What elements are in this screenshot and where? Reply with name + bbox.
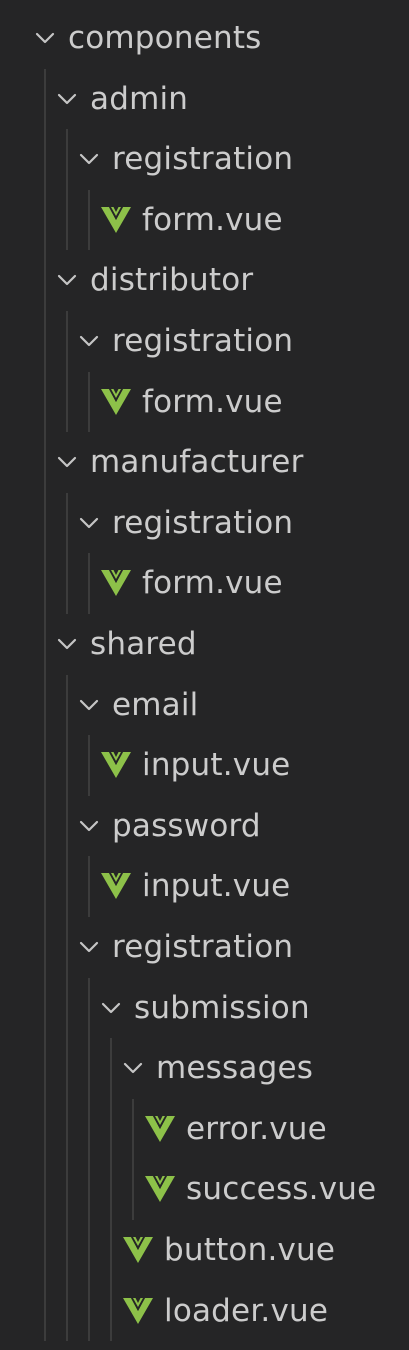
tree-folder-item[interactable]: manufacturer [0,432,409,492]
folder-name: messages [156,1050,314,1087]
tree-folder-item[interactable]: messages [0,1038,409,1098]
folder-name: distributor [90,262,254,299]
folder-name: password [112,807,261,844]
vue-file-icon [99,205,133,235]
tree-folder-item[interactable]: components [0,8,409,68]
chevron-down-icon [56,633,78,655]
tree-file-item[interactable]: button.vue [0,1220,409,1280]
folder-name: manufacturer [90,444,304,481]
file-name: form.vue [142,201,283,238]
tree-folder-item[interactable]: shared [0,614,409,674]
vue-file-icon [99,387,133,417]
folder-name: components [68,20,262,56]
folder-name: registration [112,141,294,178]
file-name: error.vue [186,1110,327,1147]
tree-folder-item[interactable]: registration [0,493,409,553]
file-name: success.vue [186,1171,377,1208]
file-name: form.vue [142,383,283,420]
chevron-down-icon [78,512,100,534]
vue-file-icon [121,1235,155,1265]
explorer-tree: components admin registration form.vue distr… [0,0,409,1350]
tree-file-item[interactable]: form.vue [0,372,409,432]
tree-folder-item[interactable]: registration [0,917,409,977]
tree-folder-item[interactable]: password [0,796,409,856]
tree-file-item[interactable]: form.vue [0,553,409,613]
folder-name: registration [112,323,294,359]
tree-folder-item[interactable]: submission [0,978,409,1038]
tree-file-item[interactable]: error.vue [0,1099,409,1159]
chevron-down-icon [78,815,100,837]
chevron-down-icon [78,694,100,716]
folder-name: submission [134,989,310,1026]
tree-file-item[interactable]: input.vue [0,856,409,916]
folder-name: registration [112,929,294,965]
file-name: input.vue [142,868,291,905]
chevron-down-icon [78,330,100,352]
vue-file-icon [143,1114,177,1144]
chevron-down-icon [56,269,78,291]
folder-name: admin [90,80,189,117]
chevron-down-icon [100,997,122,1019]
tree-file-item[interactable]: input.vue [0,735,409,795]
chevron-down-icon [56,88,78,110]
file-name: input.vue [142,747,291,784]
tree-folder-item[interactable]: registration [0,311,409,371]
tree-folder-item[interactable]: admin [0,69,409,129]
chevron-down-icon [78,148,100,170]
file-name: loader.vue [164,1292,329,1329]
tree-file-item[interactable]: loader.vue [0,1281,409,1341]
vue-file-icon [121,1296,155,1326]
file-name: form.vue [142,565,283,602]
vue-file-icon [143,1174,177,1204]
chevron-down-icon [122,1057,144,1079]
folder-name: email [112,686,199,723]
tree-folder-item[interactable]: email [0,675,409,735]
folder-name: registration [112,504,294,541]
vue-file-icon [99,871,133,901]
tree-file-item[interactable]: success.vue [0,1159,409,1219]
chevron-down-icon [56,451,78,473]
tree-folder-item[interactable]: registration [0,129,409,189]
vue-file-icon [99,568,133,598]
tree-file-item[interactable]: form.vue [0,190,409,250]
vue-file-icon [99,750,133,780]
chevron-down-icon [34,27,56,49]
folder-name: shared [90,626,197,662]
tree-folder-item[interactable]: distributor [0,250,409,310]
chevron-down-icon [78,936,100,958]
file-name: button.vue [164,1232,336,1268]
